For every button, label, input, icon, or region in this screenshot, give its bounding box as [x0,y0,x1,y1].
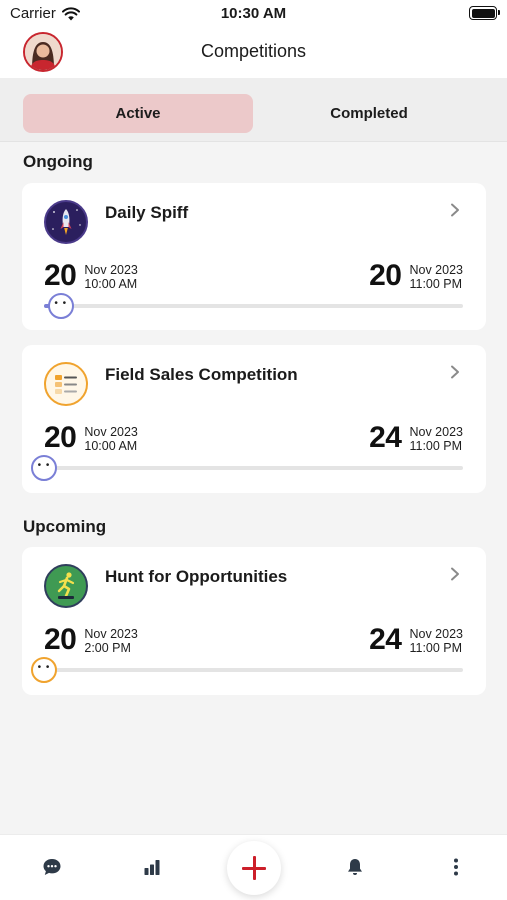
competition-card-hunt-for-opportunities[interactable]: Hunt for Opportunities 20 Nov 2023 2:00 … [22,547,486,695]
progress-knob: • • [31,455,57,481]
tab-more[interactable] [442,853,470,881]
start-date: 20 Nov 2023 10:00 AM [44,259,138,292]
end-date: 24 Nov 2023 11:00 PM [369,421,463,454]
bar-chart-icon [144,860,160,875]
start-time: 2:00 PM [84,641,131,655]
chevron-right-icon [451,203,459,217]
end-date: 20 Nov 2023 11:00 PM [369,259,463,292]
start-time: 10:00 AM [84,439,138,453]
start-month-year: Nov 2023 [84,425,138,439]
chat-icon [43,859,61,875]
progress-track: • • [44,293,463,319]
competition-card-field-sales[interactable]: Field Sales Competition 20 Nov 2023 10:0… [22,345,486,493]
bottom-tab-bar [0,834,507,900]
bell-icon [348,859,362,875]
tab-active[interactable]: Active [23,94,253,133]
start-month-year: Nov 2023 [84,263,138,277]
tab-chat[interactable] [38,853,66,881]
runner-icon [44,564,88,608]
competition-title: Daily Spiff [105,203,189,222]
section-heading-ongoing: Ongoing [23,152,93,171]
start-month-year: Nov 2023 [84,627,138,641]
end-month-year: Nov 2023 [409,627,463,641]
more-vertical-icon [454,858,458,876]
competition-title: Field Sales Competition [105,365,298,384]
competition-card-daily-spiff[interactable]: Daily Spiff 20 Nov 2023 10:00 AM 20 Nov … [22,183,486,330]
status-time: 10:30 AM [220,5,287,22]
progress-knob: • • [47,293,74,319]
chevron-right-icon [451,567,459,581]
nav-bar: Competitions [0,28,507,78]
end-day: 24 [369,421,402,454]
start-day: 20 [44,623,77,656]
end-month-year: Nov 2023 [409,425,463,439]
start-date: 20 Nov 2023 10:00 AM [44,421,138,454]
chevron-right-icon [451,365,459,379]
section-heading-upcoming: Upcoming [23,517,107,536]
tab-completed[interactable]: Completed [254,94,484,133]
rocket-icon [44,200,88,244]
plus-icon [242,856,266,880]
tab-notifications[interactable] [341,853,369,881]
battery-icon [469,6,500,20]
start-date: 20 Nov 2023 2:00 PM [44,623,138,656]
progress-track: • • [31,657,463,683]
end-day: 24 [369,623,402,656]
progress-knob: • • [31,657,57,683]
competition-title: Hunt for Opportunities [105,567,288,586]
status-bar: Carrier 10:30 AM [0,0,507,28]
tab-leaderboard[interactable] [138,853,166,881]
start-day: 20 [44,421,77,454]
page-title: Competitions [200,41,307,61]
end-time: 11:00 PM [409,439,463,453]
start-day: 20 [44,259,77,292]
segmented-control: Active Completed [0,78,507,142]
end-time: 11:00 PM [409,641,463,655]
list-icon [44,362,88,406]
end-month-year: Nov 2023 [409,263,463,277]
end-day: 20 [369,259,402,292]
end-date: 24 Nov 2023 11:00 PM [369,623,463,656]
add-competition-button[interactable] [227,841,281,895]
end-time: 11:00 PM [409,277,463,291]
start-time: 10:00 AM [84,277,138,291]
progress-track: • • [31,455,463,481]
